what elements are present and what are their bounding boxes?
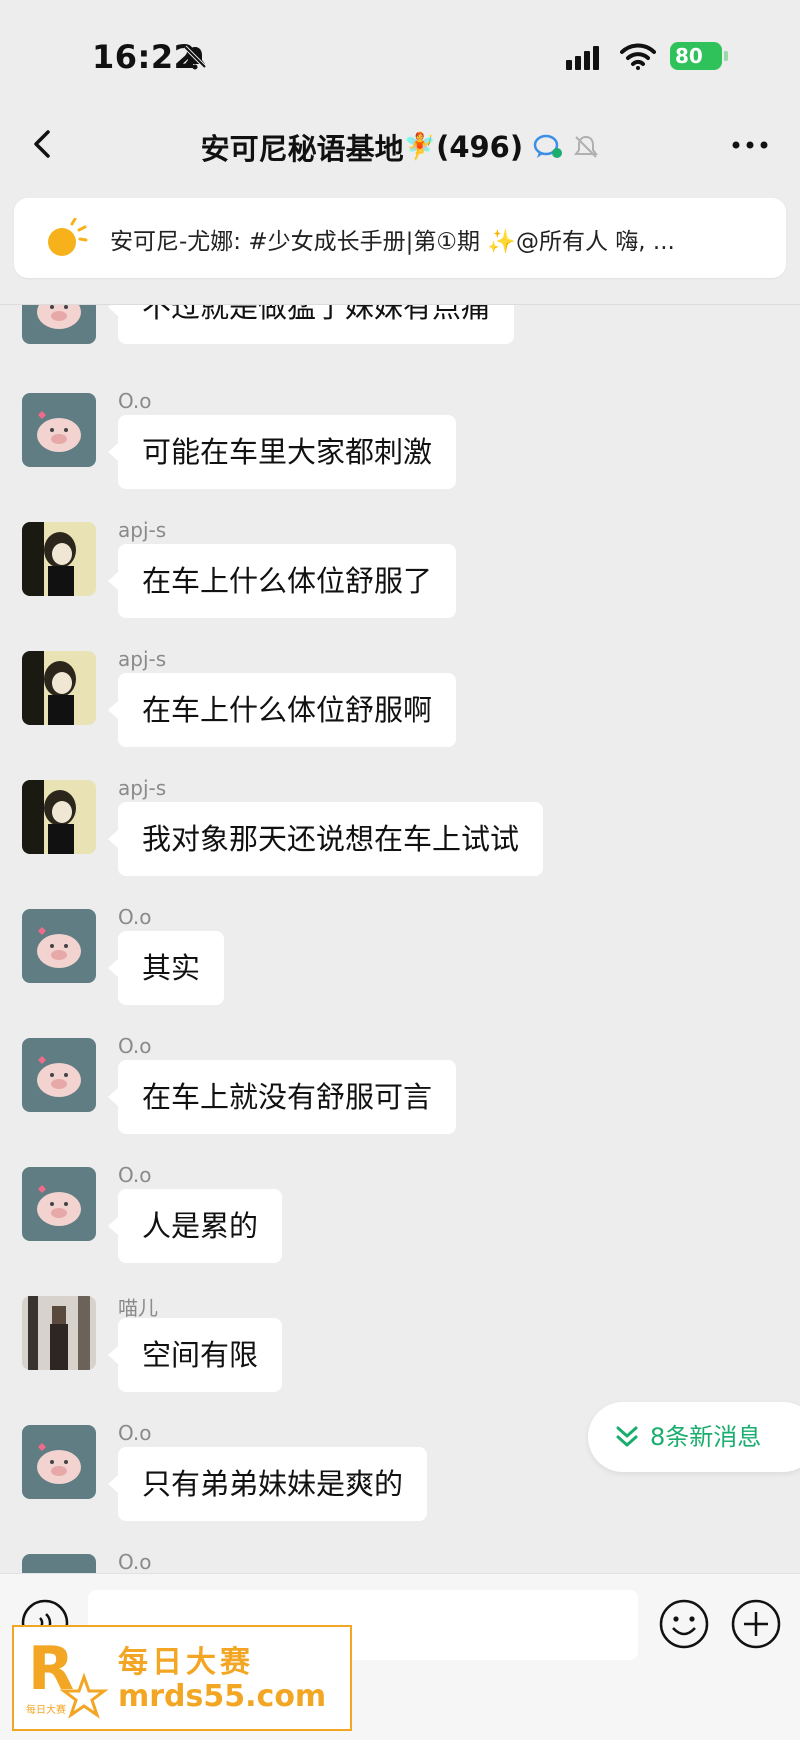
pinned-text: 安可尼-尤娜: #少女成长手册|第①期 ✨@所有人 嗨, ... [110,229,675,255]
sender-name: O.o [118,905,152,929]
avatar-pig[interactable] [22,909,96,983]
watermark-url: mrds55.com [118,1679,327,1714]
more-options-icon[interactable] [728,128,772,162]
message-bubble[interactable]: 可能在车里大家都刺激 [107,415,457,489]
avatar-girl[interactable] [22,522,96,596]
message-bubble[interactable]: 人是累的 [107,1189,283,1263]
watermark-title: 每日大赛 [118,1645,254,1680]
avatar-photo[interactable] [22,1296,96,1370]
status-bar: 16:22 80 [0,0,800,110]
avatar-pig[interactable] [22,1167,96,1241]
watermark-logo-icon: R 每日大赛 [26,1634,109,1719]
avatar-pig[interactable] [22,1038,96,1112]
emoji-icon[interactable] [658,1598,710,1650]
battery-indicator: 80 [670,42,722,70]
sender-name: O.o [118,1550,152,1573]
chat-title[interactable]: 安可尼秘语基地🧚(496) [0,126,800,168]
avatar-girl[interactable] [22,651,96,725]
sender-name: O.o [118,1421,152,1445]
status-time: 16:22 [92,38,197,76]
chat-header: 安可尼秘语基地🧚(496) [0,110,800,184]
sender-name: apj-s [118,776,167,800]
sun-announcement-icon [48,218,88,256]
sender-name: apj-s [118,518,167,542]
avatar-girl[interactable] [22,780,96,854]
group-name: 安可尼秘语基地 [200,132,404,166]
signal-icon [566,46,599,70]
message-bubble[interactable]: 在车上什么体位舒服了 [107,544,457,618]
message-list[interactable]: 不过就是做猛了妹妹有点痛 O.o 可能在车里大家都刺激 apj-s 在车上什么体… [0,305,800,1573]
new-messages-label: 8条新消息 [650,1423,762,1451]
message-bubble[interactable]: 不过就是做猛了妹妹有点痛 [107,305,515,344]
sender-name: 喵儿 [118,1296,158,1320]
bell-off-icon [183,45,207,70]
avatar-pig[interactable] [22,305,96,344]
mute-bell-icon [574,135,599,158]
wifi-icon [620,43,656,70]
sender-name: O.o [118,389,152,413]
avatar-pig[interactable] [22,1554,96,1573]
message-bubble[interactable]: 只有弟弟妹妹是爽的 [107,1447,428,1521]
svg-text:每日大赛: 每日大赛 [26,1703,66,1716]
sender-name: O.o [118,1034,152,1058]
double-chevron-down-icon [616,1426,638,1447]
member-count: (496) [436,130,524,164]
avatar-pig[interactable] [22,1425,96,1499]
plus-icon[interactable] [730,1598,782,1650]
pinned-announcement[interactable]: 安可尼-尤娜: #少女成长手册|第①期 ✨@所有人 嗨, ... [14,198,786,278]
message-bubble[interactable]: 在车上就没有舒服可言 [107,1060,457,1134]
fairy-emoji: 🧚 [403,132,437,162]
sender-name: apj-s [118,647,167,671]
message-bubble[interactable]: 我对象那天还说想在车上试试 [107,802,544,876]
avatar-pig[interactable] [22,393,96,467]
battery-tip [724,51,728,61]
chat-bubble-icon [533,134,563,158]
sender-name: O.o [118,1163,152,1187]
message-bubble[interactable]: 空间有限 [107,1318,283,1392]
new-messages-button[interactable]: 8条新消息 [588,1402,800,1472]
message-bubble[interactable]: 其实 [107,931,225,1005]
message-bubble[interactable]: 在车上什么体位舒服啊 [107,673,457,747]
watermark: R 每日大赛 每日大赛 mrds55.com [12,1625,352,1731]
